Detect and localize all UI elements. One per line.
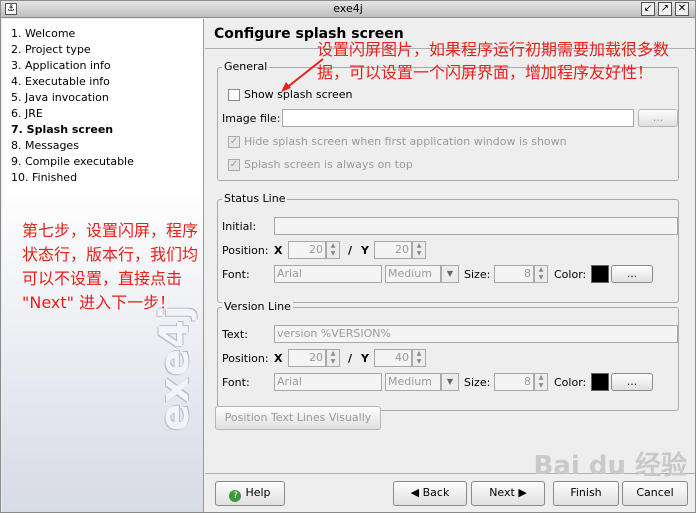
wizard-step: 1. Welcome	[11, 27, 76, 40]
chevron-down-icon[interactable]: ▼	[441, 265, 459, 283]
version-y-spinner[interactable]: ▲ ▼	[412, 349, 426, 367]
version-line-legend: Version Line	[222, 300, 293, 313]
always-on-top-label: Splash screen is always on top	[244, 158, 413, 171]
hide-splash-label: Hide splash screen when first applicatio…	[244, 135, 567, 148]
wizard-step: 6. JRE	[11, 107, 43, 120]
wizard-sidebar: 1. Welcome 2. Project type 3. Application …	[2, 19, 204, 512]
version-line-group: Version Line Text: version %VERSION% Pos…	[217, 300, 679, 411]
status-color-label: Color:	[554, 268, 587, 281]
version-font-input[interactable]: Arial	[274, 373, 382, 391]
wizard-step: 5. Java invocation	[11, 91, 109, 104]
maximize-button[interactable]: ↗	[658, 2, 672, 16]
next-button[interactable]: Next ▶	[471, 481, 545, 506]
status-line-legend: Status Line	[222, 192, 288, 205]
version-style-select[interactable]: Medium	[385, 373, 441, 391]
always-on-top-checkbox[interactable]: ✓	[228, 159, 240, 171]
status-initial-label: Initial:	[222, 220, 257, 233]
status-color-swatch	[591, 265, 609, 283]
status-size-label: Size:	[464, 268, 491, 281]
version-color-label: Color:	[554, 376, 587, 389]
status-slash: /	[348, 244, 353, 257]
status-color-button[interactable]: ...	[611, 265, 653, 283]
chevron-down-icon[interactable]: ▼	[441, 373, 459, 391]
app-window: ⚓ exe4j ↙ ↗ ✕ 1. Welcome 2. Project type 3…	[0, 0, 696, 513]
title-bar: ⚓ exe4j ↙ ↗ ✕	[1, 1, 695, 18]
position-text-lines-button[interactable]: Position Text Lines Visually	[215, 406, 381, 430]
wizard-content: Configure splash screen General Show spl…	[205, 19, 695, 512]
version-y-label: Y	[361, 352, 369, 365]
version-x-spinner[interactable]: ▲ ▼	[326, 349, 340, 367]
status-size-spinner[interactable]: ▲ ▼	[534, 265, 548, 283]
status-style-select[interactable]: Medium	[385, 265, 441, 283]
version-color-button[interactable]: ...	[611, 373, 653, 391]
version-position-label: Position:	[222, 352, 269, 365]
sidebar-annotation: 第七步，设置闪屏，程序状态行，版本行，我们均可以不设置，直接点击 "Next" …	[22, 221, 199, 312]
status-font-label: Font:	[222, 268, 250, 281]
wizard-step: 8. Messages	[11, 139, 79, 152]
version-x-label: X	[274, 352, 283, 365]
watermark: Bai du 经验	[533, 451, 688, 481]
status-y-input[interactable]: 20	[374, 241, 412, 259]
version-size-input[interactable]: 8	[494, 373, 534, 391]
back-button[interactable]: ◀ Back	[393, 481, 467, 506]
window-title: exe4j	[333, 2, 363, 15]
version-font-label: Font:	[222, 376, 250, 389]
wizard-step: 4. Executable info	[11, 75, 110, 88]
status-position-label: Position:	[222, 244, 269, 257]
status-line-group: Status Line Initial: Position: X 20 ▲ ▼ /…	[217, 192, 679, 303]
close-button[interactable]: ✕	[675, 2, 689, 16]
show-splash-checkbox[interactable]	[228, 89, 240, 101]
browse-image-button[interactable]: ...	[638, 109, 678, 127]
status-x-label: X	[274, 244, 283, 257]
version-size-spinner[interactable]: ▲ ▼	[534, 373, 548, 391]
wizard-step: 10. Finished	[11, 171, 78, 184]
help-icon: ?	[229, 490, 242, 502]
help-button[interactable]: ? Help	[215, 481, 285, 506]
wizard-step: 9. Compile executable	[11, 155, 134, 168]
status-x-spinner[interactable]: ▲ ▼	[326, 241, 340, 259]
status-initial-input[interactable]	[274, 217, 678, 235]
version-size-label: Size:	[464, 376, 491, 389]
version-x-input[interactable]: 20	[288, 349, 326, 367]
status-font-input[interactable]: Arial	[274, 265, 382, 283]
status-size-input[interactable]: 8	[494, 265, 534, 283]
version-slash: /	[348, 352, 353, 365]
version-text-input[interactable]: version %VERSION%	[274, 325, 678, 343]
back-arrow-icon: ◀	[410, 486, 420, 499]
version-color-swatch	[591, 373, 609, 391]
general-legend: General	[222, 60, 270, 73]
brand-logo: exe4j	[152, 304, 198, 431]
wizard-steps: 1. Welcome 2. Project type 3. Application …	[11, 26, 134, 186]
version-y-input[interactable]: 40	[374, 349, 412, 367]
status-x-input[interactable]: 20	[288, 241, 326, 259]
status-y-label: Y	[361, 244, 369, 257]
image-file-label: Image file:	[222, 112, 281, 125]
version-text-label: Text:	[222, 328, 248, 341]
finish-button[interactable]: Finish	[553, 481, 619, 506]
wizard-step: 7. Splash screen	[11, 123, 114, 136]
image-file-input[interactable]	[282, 109, 634, 127]
minimize-button[interactable]: ↙	[641, 2, 655, 16]
status-y-spinner[interactable]: ▲ ▼	[412, 241, 426, 259]
wizard-step: 3. Application info	[11, 59, 111, 72]
next-arrow-icon: ▶	[518, 486, 527, 499]
hide-splash-checkbox[interactable]: ✓	[228, 136, 240, 148]
cancel-button[interactable]: Cancel	[622, 481, 688, 506]
wizard-step: 2. Project type	[11, 43, 91, 56]
splash-annotation: 设置闪屏图片，如果程序运行初期需要加载很多数据，可以设置一个闪屏界面，增加程序友…	[317, 40, 670, 82]
